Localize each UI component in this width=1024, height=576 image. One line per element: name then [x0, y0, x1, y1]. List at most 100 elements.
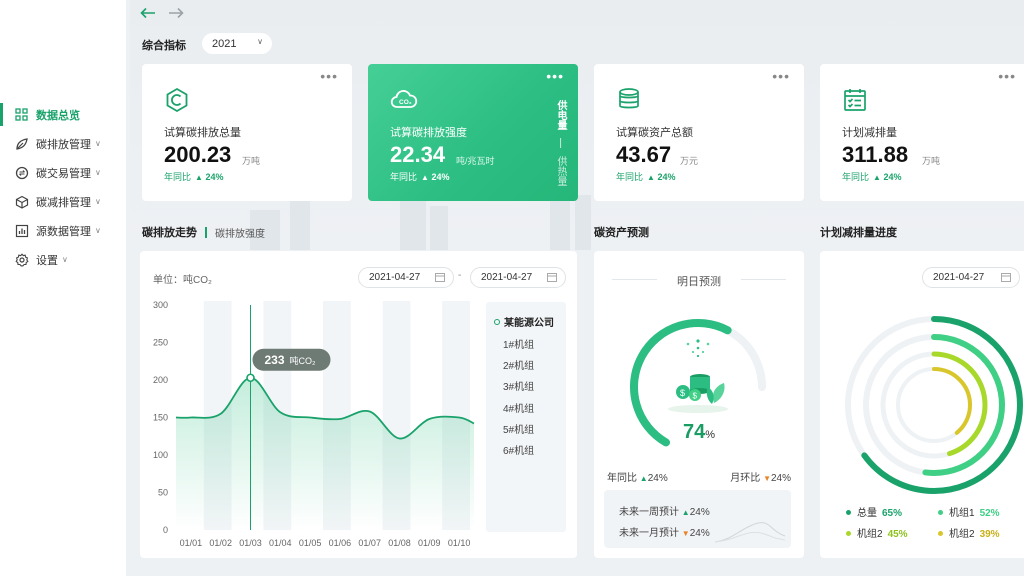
kpi-value: 43.67 [616, 142, 672, 167]
legend-item-company[interactable]: 某能源公司 [494, 314, 554, 329]
chevron-down-icon: ∨ [95, 139, 101, 148]
y-tick-label: 200 [153, 375, 168, 385]
more-icon[interactable]: ••• [998, 68, 1016, 84]
history-nav [140, 6, 184, 24]
plan-date-value: 2021-04-27 [933, 272, 985, 283]
sidebar-nav: 数据总览 碳排放管理 ∨ 碳交易管理 ∨ 碳减排管理 ∨ 源数据管理 ∨ 设置 … [0, 100, 126, 274]
plan-radial-progress [845, 316, 1023, 494]
x-tick-label: 01/03 [239, 538, 262, 548]
emission-line-chart: 0 50 100 150 200 250 300 01/01 01/02 01/03 01/04 01… [153, 300, 475, 548]
kpi-card-carbon-asset[interactable]: ••• 试算碳资产总额 43.67 万元 年同比 ▲ 24% [594, 64, 804, 201]
x-tick-label: 01/07 [358, 538, 381, 548]
more-icon[interactable]: ••• [546, 68, 564, 84]
sidebar-item-label: 碳减排管理 [36, 196, 91, 209]
legend-item-unit[interactable]: 3#机组 [503, 378, 534, 393]
year-select[interactable]: 2021 ∨ [202, 33, 272, 54]
x-tick-label: 01/09 [418, 538, 441, 548]
plan-legend-unit2: 机组2 45% [846, 525, 908, 540]
kpi-unit: 吨/兆瓦时 [456, 156, 495, 166]
plan-date-picker[interactable]: 2021-04-27 [922, 267, 1020, 288]
co2-cloud-icon: CO₂ [390, 87, 418, 113]
kpi-card-emission-total[interactable]: ••• 试算碳排放总量 200.23 万吨 年同比 ▲ 24% [142, 64, 352, 201]
chevron-down-icon: ∨ [95, 197, 101, 206]
kpi-unit: 万吨 [242, 156, 261, 166]
sidebar-item-emission[interactable]: 碳排放管理 ∨ [0, 129, 126, 158]
forecast-month: 未来一月预计 ▼24% [619, 528, 710, 539]
y-tick-label: 100 [153, 450, 168, 460]
emission-subtitle-tab[interactable]: 碳排放强度 [215, 225, 265, 240]
plan-section-title: 计划减排量进度 [820, 227, 897, 239]
svg-text:CO₂: CO₂ [399, 99, 412, 106]
sidebar-item-trading[interactable]: 碳交易管理 ∨ [0, 158, 126, 187]
svg-text:$: $ [680, 388, 685, 398]
date-to-value: 2021-04-27 [481, 272, 533, 283]
money-plant-icon: $ $ [668, 339, 728, 413]
sidebar-item-settings[interactable]: 设置 ∨ [0, 245, 126, 274]
asset-section-title: 碳资产预测 [594, 227, 649, 239]
gauge-percent: 74% [682, 421, 716, 443]
legend-item-unit[interactable]: 5#机组 [503, 421, 534, 436]
kpi-yoy: 年同比 ▲ 24% [390, 172, 450, 182]
tab-separator: — [555, 137, 566, 148]
x-tick-label: 01/06 [329, 538, 352, 548]
legend-dot-icon [846, 510, 851, 515]
more-icon[interactable]: ••• [772, 68, 790, 84]
kpi-value: 200.23 [164, 142, 232, 167]
forecast-week: 未来一周预计 ▲24% [619, 507, 710, 518]
emission-chart-card: 单位：吨CO₂ 2021-04-27 - 2021-04-27 0 50 100 15… [140, 251, 577, 558]
overview-title: 综合指标 [142, 40, 186, 52]
sidebar-item-source-data[interactable]: 源数据管理 ∨ [0, 216, 126, 245]
tab-power-supply[interactable]: 供电量 [555, 100, 566, 130]
forecast-sparkline [715, 522, 785, 543]
sidebar-item-label: 设置 [36, 254, 58, 267]
bar-chart-icon [15, 224, 29, 238]
kpi-unit: 万元 [680, 156, 699, 166]
tooltip-value: 233 [265, 353, 285, 367]
kpi-yoy: 年同比 ▲ 24% [842, 172, 902, 182]
legend-item-unit[interactable]: 2#机组 [503, 357, 534, 372]
kpi-label: 试算碳排放强度 [390, 127, 467, 139]
title-divider [205, 226, 207, 238]
kpi-card-planned-reduction[interactable]: ••• 计划减排量 311.88 万吨 年同比 ▲ 24% [820, 64, 1024, 201]
tab-heat-supply[interactable]: 供热量 [555, 156, 566, 186]
sidebar-item-label: 碳交易管理 [36, 167, 91, 180]
coin-stack-icon [616, 87, 642, 113]
sidebar-item-overview[interactable]: 数据总览 [0, 100, 126, 129]
divider-line [741, 279, 786, 280]
series-legend: 某能源公司 1#机组 2#机组 3#机组 4#机组 5#机组 6#机组 [486, 302, 566, 532]
calendar-icon [1001, 272, 1011, 282]
cube-icon [15, 195, 29, 209]
carbon-c-icon [164, 87, 190, 113]
kpi-unit: 万吨 [922, 156, 941, 166]
x-tick-label: 01/01 [180, 538, 203, 548]
chevron-down-icon: ∨ [257, 37, 263, 46]
chevron-down-icon: ∨ [95, 168, 101, 177]
x-tick-label: 01/08 [388, 538, 411, 548]
leaf-icon [15, 137, 29, 151]
emission-title[interactable]: 碳排放走势 [142, 224, 197, 240]
legend-dot-icon [846, 531, 851, 536]
x-tick-label: 01/05 [299, 538, 322, 548]
more-icon[interactable]: ••• [320, 68, 338, 84]
calendar-icon [547, 272, 557, 282]
kpi-value: 22.34 [390, 142, 446, 167]
emission-section-header: 碳排放走势 碳排放强度 [142, 224, 265, 240]
arrow-left-icon[interactable] [140, 6, 156, 24]
kpi-tab-switch: 供电量 — 供热量 [552, 100, 566, 186]
kpi-label: 试算碳资产总额 [616, 127, 693, 139]
sidebar-item-reduction[interactable]: 碳减排管理 ∨ [0, 187, 126, 216]
plan-progress-card: 2021-04-27 总量 65% 机组1 52% 机组2 45% 机组2 39% [820, 251, 1024, 558]
asset-forecast-card: 明日预测 $ $ 74% 年同比 ▲24% 月环比 ▼24% 未来一周预计 ▲2… [594, 251, 804, 558]
kpi-card-emission-intensity[interactable]: ••• CO₂ 试算碳排放强度 22.34 吨/兆瓦时 年同比 ▲ 24% 供电量… [368, 64, 578, 201]
arrow-right-icon[interactable] [168, 6, 184, 24]
legend-item-unit[interactable]: 1#机组 [503, 336, 534, 351]
legend-item-unit[interactable]: 6#机组 [503, 442, 534, 457]
year-value: 2021 [212, 37, 237, 50]
asset-gauge: $ $ [630, 319, 766, 447]
chevron-down-icon: ∨ [62, 255, 68, 264]
y-tick-label: 300 [153, 300, 168, 310]
asset-yoy: 年同比 ▲24% [607, 473, 668, 484]
svg-text:$: $ [693, 392, 698, 401]
highlight-point [246, 373, 255, 383]
legend-item-unit[interactable]: 4#机组 [503, 400, 534, 415]
